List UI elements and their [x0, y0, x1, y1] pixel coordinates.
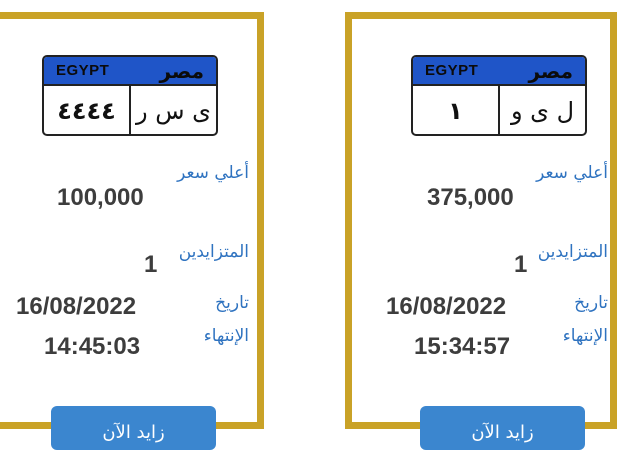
- plate-country-en: EGYPT: [56, 62, 110, 79]
- end-date-value: 16/08/2022: [16, 293, 137, 320]
- end-date-value: 16/08/2022: [386, 293, 507, 320]
- auction-card: EGYPT مصر ٤٤٤٤ ى س ر أعلي سعر 100,000 ال…: [0, 12, 264, 450]
- bidders-count: 1: [144, 251, 158, 278]
- bidders-label: المتزايدين: [178, 242, 249, 262]
- bidders-label: المتزايدين: [537, 242, 608, 262]
- bid-now-button[interactable]: زايد الآن: [51, 406, 216, 450]
- end-time-value: 15:34:57: [414, 333, 511, 360]
- plate-letters: ل ى و: [510, 97, 575, 125]
- plate-country-ar: مصر: [528, 58, 573, 83]
- highest-price-label: أعلي سعر: [536, 163, 608, 183]
- auction-card: EGYPT مصر ١ ل ى و أعلي سعر 375,000 المتز…: [345, 12, 617, 450]
- highest-price-label: أعلي سعر: [177, 163, 249, 183]
- license-plate: EGYPT مصر ٤٤٤٤ ى س ر: [42, 55, 218, 136]
- bid-now-button[interactable]: زايد الآن: [420, 406, 585, 450]
- end-date-label: تاريخ: [574, 293, 608, 313]
- plate-header: EGYPT مصر: [413, 57, 585, 86]
- end-date-label: تاريخ: [215, 293, 249, 313]
- end-label: الإنتهاء: [203, 326, 249, 346]
- end-label: الإنتهاء: [562, 326, 608, 346]
- highest-price-value: 375,000: [427, 184, 514, 211]
- highest-price-value: 100,000: [57, 184, 144, 211]
- bidders-count: 1: [514, 251, 528, 278]
- license-plate: EGYPT مصر ١ ل ى و: [411, 55, 587, 136]
- plate-header: EGYPT مصر: [44, 57, 216, 86]
- plate-numbers: ٤٤٤٤: [44, 86, 131, 134]
- end-time-value: 14:45:03: [44, 333, 141, 360]
- plate-numbers: ١: [413, 86, 500, 134]
- plate-country-en: EGYPT: [425, 62, 479, 79]
- plate-country-ar: مصر: [159, 58, 204, 83]
- plate-letters: ى س ر: [136, 97, 211, 125]
